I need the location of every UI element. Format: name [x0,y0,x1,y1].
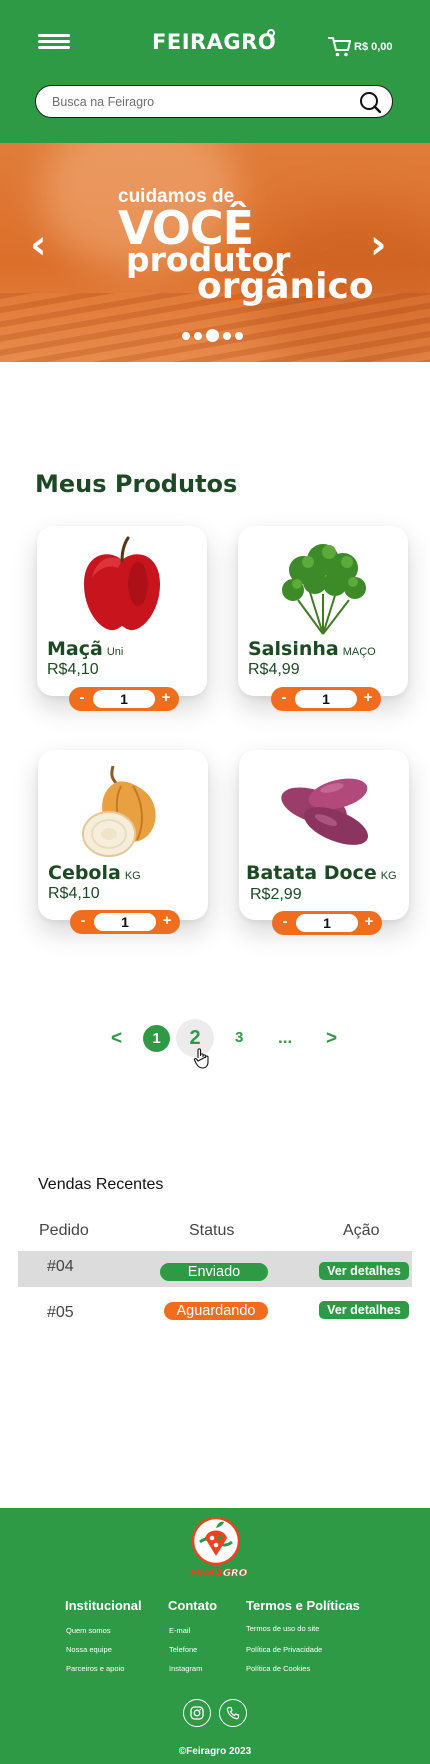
product-card[interactable]: Batata Doce KG R$2,99 [239,750,409,920]
onion-image [82,765,156,857]
footer-link[interactable]: Nossa equipe [66,1645,112,1654]
search-bar [35,85,393,118]
carousel-dot[interactable] [194,331,202,340]
product-price: R$4,10 [48,885,100,902]
product-card[interactable]: Salsinha MAÇO R$4,99 [238,526,408,696]
column-header-status: Status [189,1222,235,1239]
decrease-button[interactable]: - [73,689,91,707]
product-price: R$2,99 [250,886,302,903]
footer-link[interactable]: Quem somos [66,1626,111,1635]
footer-link[interactable]: Telefone [169,1645,197,1654]
carousel-dot[interactable] [235,331,243,340]
carousel-dot[interactable] [182,331,190,340]
parsley-image [282,544,366,635]
banner-next-arrow-icon[interactable]: › [370,225,386,265]
decrease-button[interactable]: - [275,689,293,707]
status-badge: Aguardando [164,1302,268,1320]
pagination-prev[interactable]: < [111,1028,122,1050]
table-row[interactable]: #05 Aguardando Ver detalhes [18,1292,412,1328]
product-name: Salsinha MAÇO [248,638,376,660]
search-icon[interactable] [359,91,381,113]
quantity-stepper: - 1 + [70,910,180,934]
footer-link[interactable]: Termos de uso do site [246,1624,319,1633]
product-unit: MAÇO [342,646,376,658]
logo[interactable]: FEIRAGRO [152,30,276,54]
product-unit: Uni [106,646,124,658]
copyright: ©Feiragro 2023 [178,1746,252,1757]
footer-link[interactable]: Política de Cookies [246,1664,310,1673]
decrease-button[interactable]: - [276,913,294,931]
banner-prev-arrow-icon[interactable]: ‹ [30,225,46,265]
quantity-field[interactable]: 1 [296,914,358,932]
details-button[interactable]: Ver detalhes [319,1262,409,1280]
apple-image [84,536,160,631]
table-row[interactable]: #04 Enviado Ver detalhes [18,1251,412,1287]
cart-total[interactable]: R$ 0,00 [354,41,393,53]
footer-link[interactable]: Parceiros e apoio [66,1664,124,1673]
header: FEIRAGRO R$ 0,00 [0,0,430,143]
product-name: Maçã Uni [47,638,124,660]
increase-button[interactable]: + [157,689,175,707]
carousel-dot[interactable] [223,331,231,340]
logo-leaf-icon [267,29,275,37]
footer-link[interactable]: Instagram [169,1664,202,1673]
footer-link[interactable]: Política de Privacidade [246,1645,322,1654]
quantity-stepper: - 1 + [69,687,179,711]
page: FEIRAGRO R$ 0,00 ‹ › cuidamos de VOCÊ pr… [0,0,430,1764]
quantity-field[interactable]: 1 [295,690,357,708]
phone-icon[interactable] [219,1699,247,1727]
banner-text-line4: orgânico [197,266,374,307]
instagram-icon[interactable] [183,1699,211,1727]
footer: FEIRAGRO Institucional Quem somos Nossa … [0,1508,430,1764]
search-input[interactable] [52,92,342,112]
quantity-field[interactable]: 1 [94,913,156,931]
cart-icon[interactable] [328,36,352,58]
footer-column-title: Institucional [65,1598,142,1613]
column-header-order: Pedido [39,1222,89,1239]
order-id: #04 [47,1258,74,1275]
order-id: #05 [47,1304,74,1321]
sweet-potato-image [281,778,369,845]
logo-emblem-icon[interactable] [191,1516,241,1566]
products-title: Meus Produtos [35,470,238,498]
footer-column-title: Contato [168,1598,218,1613]
product-name: Batata Doce KG [246,862,397,884]
product-card[interactable]: Maçã Uni R$4,10 [37,526,207,696]
footer-link[interactable]: E-mail [169,1626,190,1635]
carousel-dot-active[interactable] [206,329,219,342]
details-button[interactable]: Ver detalhes [319,1301,409,1319]
sales-title: Vendas Recentes [38,1176,164,1193]
column-header-action: Ação [343,1222,380,1239]
increase-button[interactable]: + [158,912,176,930]
product-price: R$4,99 [248,661,300,678]
increase-button[interactable]: + [360,913,378,931]
menu-icon[interactable] [38,34,70,50]
pagination: < 1 2 3 ... > [0,1019,430,1062]
product-unit: KG [124,870,141,882]
pagination-next[interactable]: > [326,1028,337,1050]
product-card[interactable]: Cebola KG R$4,10 [38,750,208,920]
carousel-dots [182,329,243,342]
footer-column-title: Termos e Políticas [246,1598,360,1613]
pagination-page-current[interactable]: 1 [143,1025,170,1052]
decrease-button[interactable]: - [74,912,92,930]
status-badge: Enviado [160,1263,268,1281]
footer-logo-text: FEIRAGRO [190,1568,248,1579]
product-name: Cebola KG [48,862,141,884]
quantity-stepper: - 1 + [271,687,381,711]
increase-button[interactable]: + [359,689,377,707]
pagination-page[interactable]: 3 [235,1029,243,1046]
hand-cursor-icon [193,1048,209,1069]
hero-banner: ‹ › cuidamos de VOCÊ produtor orgânico [0,143,430,362]
quantity-field[interactable]: 1 [93,690,155,708]
product-unit: KG [380,870,397,882]
pagination-ellipsis[interactable]: ... [278,1028,292,1048]
quantity-stepper: - 1 + [272,911,382,935]
product-price: R$4,10 [47,661,99,678]
